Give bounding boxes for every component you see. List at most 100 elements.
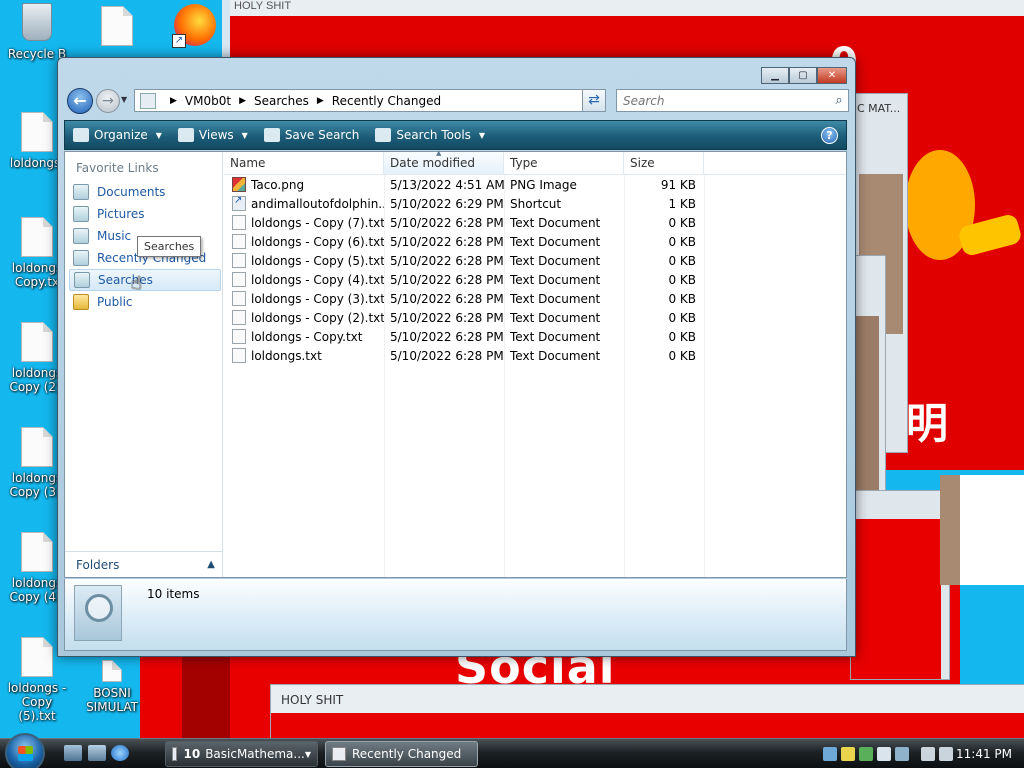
chevron-down-icon: ▼ [304, 749, 311, 759]
file-name: loldongs - Copy (6).txt [251, 234, 384, 249]
file-name: loldongs.txt [251, 348, 322, 363]
file-date: 5/10/2022 6:28 PM [390, 348, 504, 363]
chevron-right-icon[interactable]: ▶ [239, 96, 246, 106]
text-file-icon [21, 112, 53, 152]
desktop-icon-document[interactable] [85, 6, 149, 50]
desktop-icon-recycle-bin[interactable]: Recycle B [5, 3, 69, 61]
file-row[interactable]: Taco.png 5/13/2022 4:51 AM PNG Image 91 KB [224, 175, 846, 194]
nav-item-documents[interactable]: Documents [69, 181, 221, 203]
network-icon[interactable] [823, 747, 837, 761]
text-file-icon [232, 272, 246, 287]
file-name-cell: loldongs - Copy (3).txt [224, 289, 384, 308]
shortcut-arrow-icon: ↗ [172, 34, 186, 48]
file-row[interactable]: loldongs - Copy (3).txt 5/10/2022 6:28 PM… [224, 289, 846, 308]
background-popup-window [940, 475, 1024, 585]
background-window-title-2: HOLY SHIT [271, 685, 1024, 713]
breadcrumb-recently-changed[interactable]: Recently Changed [332, 94, 441, 108]
back-button[interactable]: ← [67, 88, 93, 114]
file-row[interactable]: loldongs - Copy.txt 5/10/2022 6:28 PM Text… [224, 327, 846, 346]
file-date: 5/10/2022 6:28 PM [390, 215, 504, 230]
organize-icon [73, 128, 89, 142]
text-file-icon [232, 310, 246, 325]
shortcut-file-icon [232, 195, 246, 211]
recycle-bin-icon [22, 3, 52, 41]
file-size: 0 KB [668, 348, 696, 363]
file-type: Text Document [510, 272, 601, 287]
column-header-type[interactable]: Type [504, 152, 624, 174]
background-popup-window [850, 490, 950, 680]
taskbar-item-recently-changed[interactable]: Recently Changed [325, 741, 478, 767]
file-date: 5/13/2022 4:51 AM [390, 177, 504, 192]
file-type: Text Document [510, 234, 601, 249]
file-name-cell: loldongs - Copy (4).txt [224, 270, 384, 289]
file-row[interactable]: loldongs - Copy (4).txt 5/10/2022 6:28 PM… [224, 270, 846, 289]
firefox-icon[interactable]: ↗ [172, 2, 218, 48]
background-kanji-text: 明 [906, 399, 949, 448]
file-row[interactable]: loldongs - Copy (7).txt 5/10/2022 6:28 PM… [224, 213, 846, 232]
image-file-icon [232, 177, 246, 192]
file-row[interactable]: loldongs.txt 5/10/2022 6:28 PM Text Docume… [224, 346, 846, 365]
folder-icon [73, 294, 89, 310]
views-button[interactable]: Views ▼ [170, 121, 256, 149]
volume-muted-icon[interactable] [939, 747, 953, 761]
forward-button[interactable]: → [96, 89, 120, 113]
clock[interactable]: 11:41 PM [956, 747, 1012, 761]
organize-button[interactable]: Organize ▼ [65, 121, 170, 149]
tray-app-icon[interactable] [859, 747, 873, 761]
command-bar: Organize ▼ Views ▼ Save Search Search To… [64, 120, 847, 150]
tray-app-icon[interactable] [841, 747, 855, 761]
file-type: Text Document [510, 215, 601, 230]
column-header-date-modified[interactable]: Date modified [384, 149, 504, 174]
file-row[interactable]: loldongs - Copy (6).txt 5/10/2022 6:28 PM… [224, 232, 846, 251]
maximize-button[interactable]: ▢ [789, 67, 817, 84]
taskbar-group-basicmath[interactable]: 10 BasicMathema... ▼ [165, 741, 318, 767]
file-size: 0 KB [668, 215, 696, 230]
tray-app-icon[interactable] [877, 747, 891, 761]
text-file-icon [232, 253, 246, 268]
breadcrumb-vm0b0t[interactable]: VM0b0t [185, 94, 231, 108]
close-button[interactable]: ✕ [817, 67, 847, 84]
minimize-button[interactable]: ▁ [761, 67, 789, 84]
file-date: 5/10/2022 6:28 PM [390, 253, 504, 268]
file-row[interactable]: andimalloutofdolphin... 5/10/2022 6:29 PM… [224, 194, 846, 213]
file-row[interactable]: loldongs - Copy (5).txt 5/10/2022 6:28 PM… [224, 251, 846, 270]
file-name-cell: andimalloutofdolphin... [224, 194, 384, 213]
refresh-button[interactable]: ⇄ [582, 89, 606, 112]
nav-item-public[interactable]: Public [69, 291, 221, 313]
save-search-button[interactable]: Save Search [256, 121, 368, 149]
network-status-icon[interactable] [921, 747, 935, 761]
column-header-size[interactable]: Size [624, 152, 704, 174]
breadcrumb-searches[interactable]: Searches [254, 94, 309, 108]
documents-icon [73, 184, 89, 200]
text-file-icon [21, 532, 53, 572]
document-icon [101, 6, 133, 46]
column-header-name[interactable]: Name [224, 152, 384, 174]
search-tools-button[interactable]: Search Tools ▼ [367, 121, 493, 149]
folders-toggle[interactable]: Folders ▲ [65, 551, 223, 577]
search-icon[interactable]: ⌕ [830, 93, 848, 108]
file-date: 5/10/2022 6:28 PM [390, 329, 504, 344]
tray-app-icon[interactable] [895, 747, 909, 761]
switch-windows-icon[interactable] [88, 745, 106, 761]
file-row[interactable]: loldongs - Copy (2).txt 5/10/2022 6:28 PM… [224, 308, 846, 327]
help-icon[interactable]: ? [821, 126, 838, 144]
nav-item-pictures[interactable]: Pictures [69, 203, 221, 225]
chevron-right-icon[interactable]: ▶ [317, 96, 324, 106]
file-name: loldongs - Copy (7).txt [251, 215, 384, 230]
recent-pages-dropdown-icon[interactable]: ▼ [121, 95, 127, 104]
save-icon [263, 128, 280, 142]
file-name-cell: loldongs - Copy.txt [224, 327, 384, 346]
file-date: 5/10/2022 6:28 PM [390, 234, 504, 249]
chevron-right-icon[interactable]: ▶ [170, 96, 177, 106]
chevron-down-icon: ▼ [478, 130, 486, 140]
text-file-icon [21, 217, 53, 257]
address-bar[interactable]: ▶ VM0b0t ▶ Searches ▶ Recently Changed ▼ [134, 89, 602, 112]
file-size: 0 KB [668, 310, 696, 325]
internet-explorer-icon[interactable] [111, 745, 129, 761]
search-input[interactable] [617, 93, 830, 108]
nav-item-searches[interactable]: Searches [69, 269, 221, 291]
file-type: Text Document [510, 310, 601, 325]
show-desktop-icon[interactable] [64, 745, 82, 761]
desktop-icon-bosnia-simulator[interactable]: BOSNI SIMULAT [80, 660, 144, 714]
start-button[interactable] [5, 733, 45, 768]
